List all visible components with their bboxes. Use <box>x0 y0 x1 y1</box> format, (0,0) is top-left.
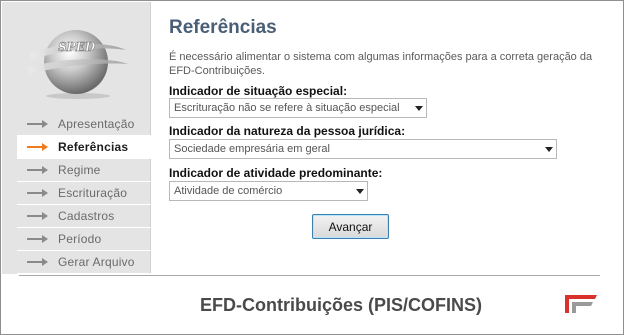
sidebar-item-label: Período <box>58 232 102 246</box>
chevron-down-icon <box>412 99 426 117</box>
sidebar: SPED Apresentação Referências Regime Esc… <box>2 2 151 274</box>
sidebar-item-label: Referências <box>58 140 129 154</box>
sidebar-item-periodo[interactable]: Período <box>17 228 151 251</box>
sidebar-nav: Apresentação Referências Regime Escritur… <box>17 113 151 274</box>
next-button[interactable]: Avançar <box>312 214 389 239</box>
chevron-down-icon <box>353 182 367 200</box>
brand-logo-icon <box>565 295 597 313</box>
arrow-right-icon <box>27 212 48 220</box>
sidebar-item-gerar-arquivo[interactable]: Gerar Arquivo <box>17 251 151 274</box>
arrow-right-icon <box>27 143 48 151</box>
app-window: SPED Apresentação Referências Regime Esc… <box>0 0 624 335</box>
arrow-right-icon <box>27 120 48 128</box>
natureza-juridica-label: Indicador da natureza da pessoa jurídica… <box>169 124 406 138</box>
situacao-especial-label: Indicador de situação especial: <box>169 84 348 98</box>
sped-logo: SPED <box>28 30 128 99</box>
intro-text: É necessário alimentar o sistema com alg… <box>169 51 593 77</box>
footer-divider <box>19 275 600 276</box>
sidebar-item-apresentacao[interactable]: Apresentação <box>17 113 151 136</box>
sidebar-item-label: Apresentação <box>58 117 135 131</box>
sidebar-item-cadastros[interactable]: Cadastros <box>17 205 151 228</box>
footer-title: EFD-Contribuições (PIS/COFINS) <box>200 295 483 315</box>
arrow-right-icon <box>27 258 48 266</box>
logo-text: SPED <box>58 40 96 54</box>
sidebar-item-label: Regime <box>58 163 101 177</box>
sidebar-item-escrituracao[interactable]: Escrituração <box>17 182 151 205</box>
page-title: Referências <box>169 17 277 38</box>
select-value: Atividade de comércio <box>174 185 283 197</box>
chevron-down-icon <box>542 140 556 158</box>
select-value: Sociedade empresária em geral <box>174 143 330 155</box>
sidebar-item-referencias[interactable]: Referências <box>17 136 151 159</box>
situacao-especial-select[interactable]: Escrituração não se refere à situação es… <box>169 98 427 118</box>
sidebar-item-label: Cadastros <box>58 209 115 223</box>
atividade-predominante-label: Indicador de atividade predominante: <box>169 166 383 180</box>
sidebar-item-label: Gerar Arquivo <box>58 255 135 269</box>
sidebar-item-regime[interactable]: Regime <box>17 159 151 182</box>
select-value: Escrituração não se refere à situação es… <box>174 102 400 114</box>
arrow-right-icon <box>27 235 48 243</box>
arrow-right-icon <box>27 166 48 174</box>
atividade-predominante-select[interactable]: Atividade de comércio <box>169 181 368 201</box>
arrow-right-icon <box>27 189 48 197</box>
natureza-juridica-select[interactable]: Sociedade empresária em geral <box>169 139 557 159</box>
sidebar-item-label: Escrituração <box>58 186 128 200</box>
